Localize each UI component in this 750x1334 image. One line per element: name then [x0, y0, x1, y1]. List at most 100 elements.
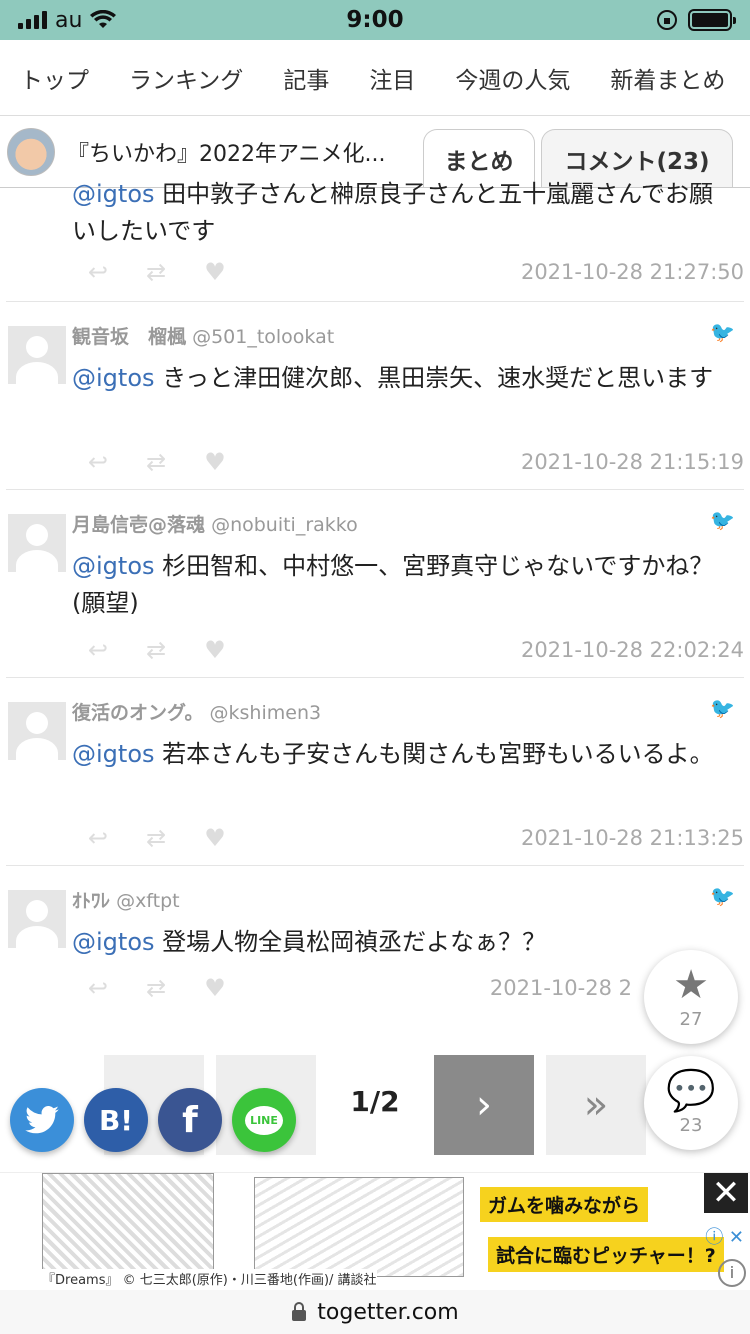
heart-icon[interactable]: ♥ [204, 258, 226, 286]
user-handle[interactable]: @501_tolookat [192, 326, 334, 348]
tweet-header: 月島信壱@落魂 @nobuiti_rakko [72, 510, 358, 537]
favorite-fab[interactable]: ★ 27 [644, 950, 738, 1044]
user-handle[interactable]: @nobuiti_rakko [211, 514, 358, 536]
tweet-actions: ↩ ⇄ ♥ [88, 258, 226, 286]
heart-icon[interactable]: ♥ [204, 824, 226, 852]
reply-icon[interactable]: ↩ [88, 258, 108, 286]
nav-tab-new[interactable]: 新着まとめ [590, 61, 745, 95]
battery-icon [688, 9, 736, 31]
user-name[interactable]: ｵﾄﾜﾚ [72, 890, 110, 912]
next-page-button[interactable]: › [434, 1055, 534, 1155]
comment-fab[interactable]: 💬 23 [644, 1056, 738, 1150]
user-avatar[interactable] [8, 514, 66, 572]
retweet-icon[interactable]: ⇄ [146, 636, 166, 664]
heart-icon[interactable]: ♥ [204, 974, 226, 1002]
reply-icon[interactable]: ↩ [88, 636, 108, 664]
ad-banner[interactable]: 『Dreams』 © 七三太郎(原作)・川三番地(作画)/ 講談社 ガムを噛みな… [0, 1172, 750, 1290]
twitter-bird-icon[interactable]: 🐦 [710, 884, 736, 908]
mention-link[interactable]: @igtos [72, 740, 155, 768]
ad-info-icon[interactable]: i [718, 1259, 746, 1287]
tweet-date[interactable]: 2021-10-28 21:13:25 [521, 826, 744, 850]
retweet-icon[interactable]: ⇄ [146, 824, 166, 852]
user-avatar[interactable] [8, 702, 66, 760]
carrier-label: au [55, 7, 83, 33]
ad-headline-2: 試合に臨むピッチャー！? [488, 1237, 724, 1272]
wifi-icon [90, 10, 117, 28]
tweet-text: @igtos 若本さんも子安さんも関さんも宮野もいるいるよ。 [72, 740, 714, 768]
tweet-item: 観音坂 榴楓 @501_tolookat 🐦 @igtos きっと津田健次郎、黒… [6, 302, 744, 490]
twitter-bird-icon[interactable]: 🐦 [710, 320, 736, 344]
nav-tabs: トップ ランキング 記事 注目 今週の人気 新着まとめ [0, 40, 750, 116]
url-text: togetter.com [317, 1299, 459, 1325]
article-title[interactable]: 『ちいかわ』2022年アニメ化... [67, 136, 417, 168]
mention-link[interactable]: @igtos [72, 180, 155, 208]
ad-headline-1: ガムを噛みながら [480, 1187, 649, 1222]
reply-icon[interactable]: ↩ [88, 448, 108, 476]
last-page-button[interactable]: » [546, 1055, 646, 1155]
tweet-item: 月島信壱@落魂 @nobuiti_rakko 🐦 @igtos 杉田智和、中村悠… [6, 490, 744, 678]
tweet-item: 復活のオング。 @kshimen3 🐦 @igtos 若本さんも子安さんも関さん… [6, 678, 744, 866]
twitter-bird-icon[interactable]: 🐦 [710, 508, 736, 532]
tweet-item: ｵﾄﾜﾚ @xftpt 🐦 @igtos 登場人物全員松岡禎丞だよなぁ？？ ↩ … [6, 866, 744, 1016]
nav-tab-featured[interactable]: 注目 [349, 61, 435, 95]
nav-tab-ranking[interactable]: ランキング [109, 61, 263, 95]
heart-icon[interactable]: ♥ [204, 448, 226, 476]
tweet-actions: ↩ ⇄ ♥ [88, 448, 226, 476]
page-indicator: 1/2 [350, 1085, 400, 1118]
star-icon: ★ [673, 961, 709, 1008]
twitter-icon [25, 1106, 59, 1134]
facebook-share-button[interactable]: f [158, 1088, 222, 1152]
favorite-count: 27 [679, 1008, 703, 1030]
line-icon: LINE [245, 1105, 283, 1135]
tweet-header: 観音坂 榴楓 @501_tolookat [72, 322, 334, 349]
tweet-list: @igtos 田中敦子さんと榊原良子さんと五十嵐麗さんでお願いしたいです ↩ ⇄… [0, 180, 750, 1016]
tweet-text: @igtos 杉田智和、中村悠一、宮野真守じゃないですかね？(願望) [72, 552, 714, 618]
user-handle[interactable]: @xftpt [116, 890, 180, 912]
tweet-date[interactable]: 2021-10-28 21:27:50 [521, 260, 744, 284]
retweet-icon[interactable]: ⇄ [146, 258, 166, 286]
ad-choices-icon[interactable]: ⓘ ✕ [705, 1223, 744, 1249]
retweet-icon[interactable]: ⇄ [146, 448, 166, 476]
tweet-text: @igtos きっと津田健次郎、黒田崇矢、速水奨だと思います [72, 364, 714, 392]
mention-link[interactable]: @igtos [72, 552, 155, 580]
tweet-header: 復活のオング。 @kshimen3 [72, 698, 321, 725]
ad-caption: 『Dreams』 © 七三太郎(原作)・川三番地(作画)/ 講談社 [42, 1269, 377, 1288]
retweet-icon[interactable]: ⇄ [146, 974, 166, 1002]
reply-icon[interactable]: ↩ [88, 824, 108, 852]
signal-icon [18, 11, 47, 29]
lock-icon [292, 1302, 307, 1321]
nav-tab-weekly-popular[interactable]: 今週の人気 [435, 61, 590, 95]
mention-link[interactable]: @igtos [72, 928, 155, 956]
user-name[interactable]: 復活のオング。 [72, 702, 203, 724]
tweet-actions: ↩ ⇄ ♥ [88, 974, 226, 1002]
user-name[interactable]: 観音坂 榴楓 [72, 326, 186, 348]
reply-icon[interactable]: ↩ [88, 974, 108, 1002]
ad-manga-image [254, 1177, 464, 1277]
tweet-date[interactable]: 2021-10-28 21:15:19 [521, 450, 744, 474]
twitter-share-button[interactable] [10, 1088, 74, 1152]
nav-tab-top[interactable]: トップ [0, 61, 109, 95]
line-share-button[interactable]: LINE [232, 1088, 296, 1152]
tweet-date[interactable]: 2021-10-28 2 [490, 976, 632, 1000]
ad-manga-image [42, 1173, 214, 1273]
hatena-share-button[interactable]: B! [84, 1088, 148, 1152]
tweet-date[interactable]: 2021-10-28 22:02:24 [521, 638, 744, 662]
ad-close-icon[interactable]: ✕ [704, 1173, 748, 1213]
nav-tab-articles[interactable]: 記事 [263, 61, 349, 95]
twitter-bird-icon[interactable]: 🐦 [710, 696, 736, 720]
tweet-text: @igtos 田中敦子さんと榊原良子さんと五十嵐麗さんでお願いしたいです [72, 180, 713, 246]
tweet-text: @igtos 登場人物全員松岡禎丞だよなぁ？？ [72, 928, 547, 956]
tweet-header: ｵﾄﾜﾚ @xftpt [72, 886, 180, 913]
url-bar[interactable]: togetter.com [0, 1290, 750, 1334]
user-avatar[interactable] [8, 326, 66, 384]
heart-icon[interactable]: ♥ [204, 636, 226, 664]
user-handle[interactable]: @kshimen3 [210, 702, 322, 724]
user-name[interactable]: 月島信壱@落魂 [72, 514, 205, 536]
mention-link[interactable]: @igtos [72, 364, 155, 392]
user-avatar[interactable] [8, 890, 66, 948]
rotation-lock-icon [657, 10, 677, 30]
tweet-actions: ↩ ⇄ ♥ [88, 636, 226, 664]
tweet-item: @igtos 田中敦子さんと榊原良子さんと五十嵐麗さんでお願いしたいです ↩ ⇄… [6, 180, 744, 302]
speech-bubble-icon: 💬 [666, 1067, 716, 1114]
author-avatar[interactable] [7, 127, 55, 176]
